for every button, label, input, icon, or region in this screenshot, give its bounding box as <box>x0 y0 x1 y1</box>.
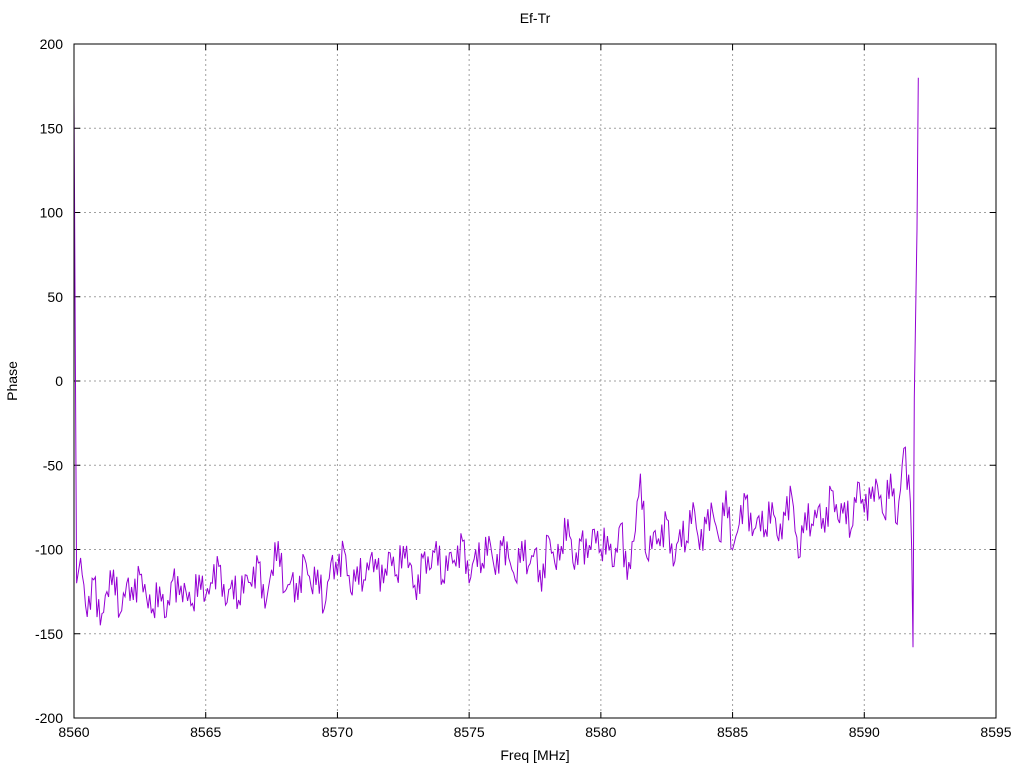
x-tick-label: 8565 <box>190 724 221 740</box>
x-tick-label: 8585 <box>717 724 748 740</box>
y-tick-label: 100 <box>40 205 64 221</box>
chart: 8560 8565 8570 8575 8580 8585 8590 8595 -200 -150… <box>4 10 1012 763</box>
grid <box>74 44 996 718</box>
chart-title: Ef-Tr <box>520 10 551 26</box>
tick-labels: 8560 8565 8570 8575 8580 8585 8590 8595 -200 -150… <box>35 36 1012 740</box>
y-tick-label: 50 <box>47 289 63 305</box>
y-tick-label: 0 <box>55 373 63 389</box>
x-tick-label: 8590 <box>849 724 880 740</box>
x-tick-label: 8570 <box>322 724 353 740</box>
y-tick-label: 150 <box>40 120 64 136</box>
y-tick-label: -100 <box>35 542 63 558</box>
y-axis-label: Phase <box>4 361 20 401</box>
y-tick-label: -200 <box>35 710 63 726</box>
x-tick-label: 8575 <box>454 724 485 740</box>
series-line <box>73 77 919 648</box>
x-tick-label: 8560 <box>58 724 89 740</box>
x-tick-label: 8580 <box>585 724 616 740</box>
y-tick-label: 200 <box>40 36 64 52</box>
y-tick-label: -150 <box>35 626 63 642</box>
x-tick-label: 8595 <box>980 724 1011 740</box>
x-axis-label: Freq [MHz] <box>500 747 569 763</box>
y-tick-label: -50 <box>43 457 63 473</box>
